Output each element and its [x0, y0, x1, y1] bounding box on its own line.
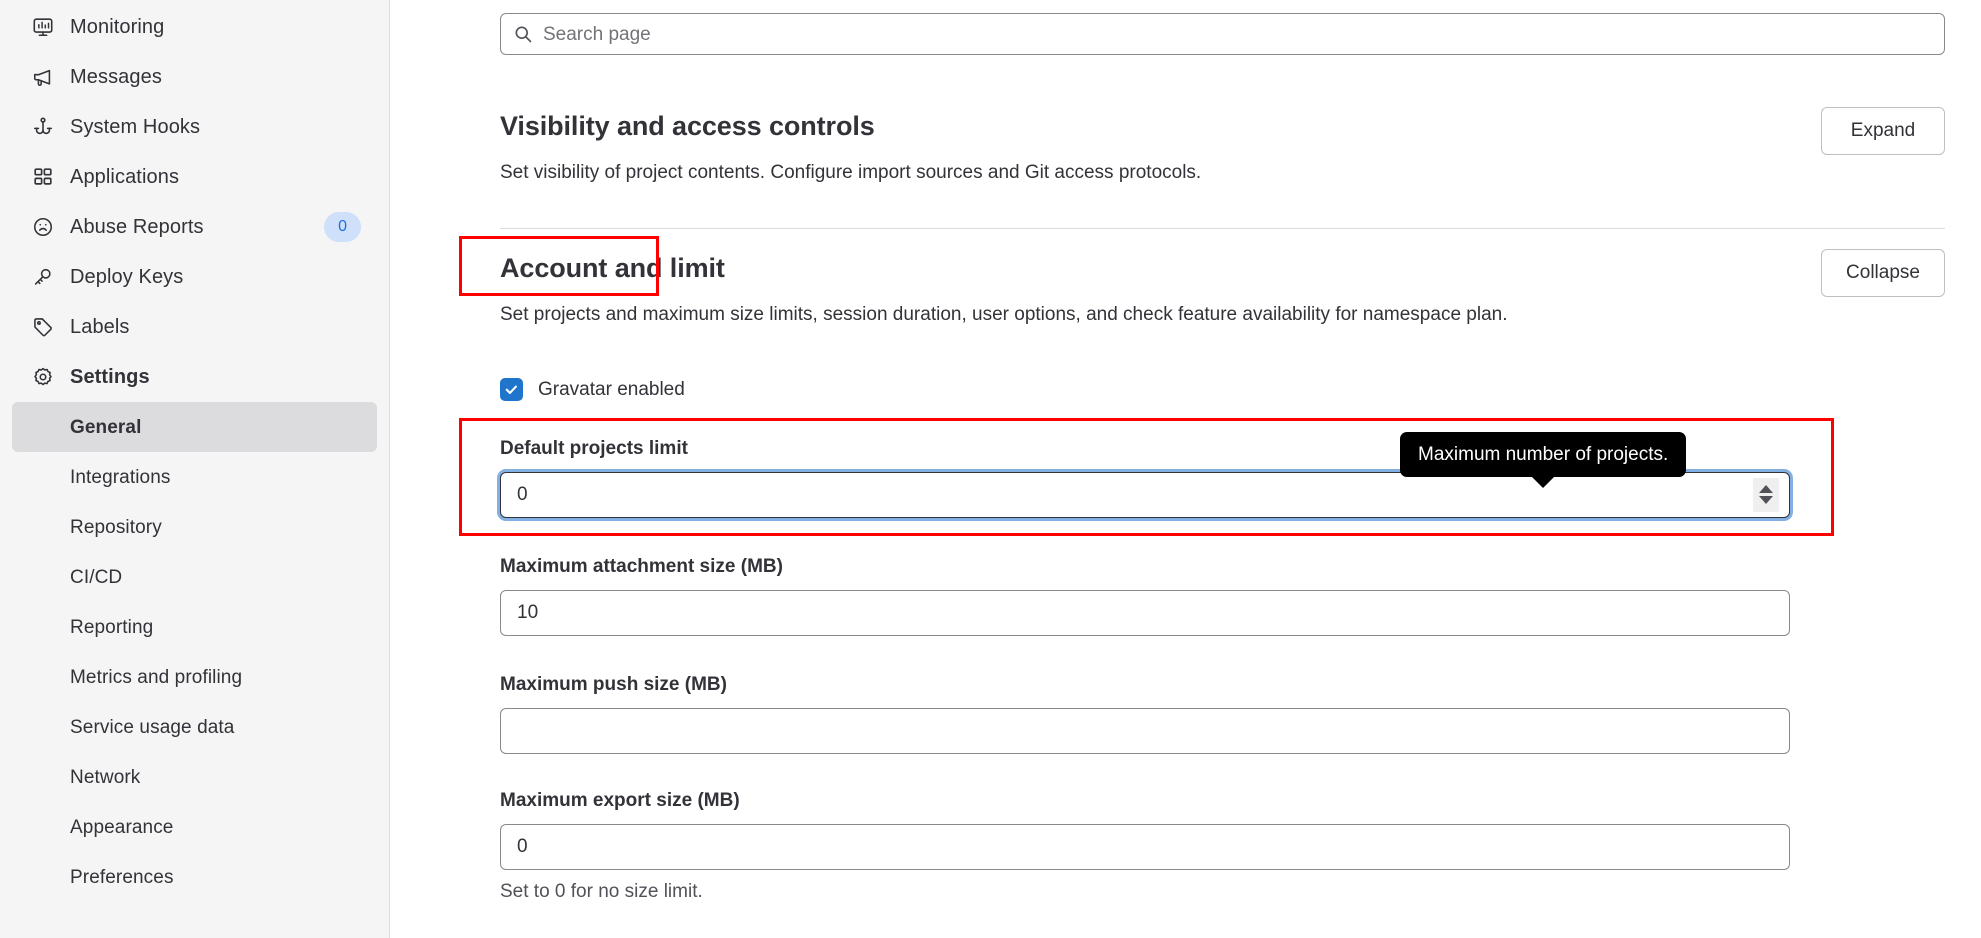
collapse-button[interactable]: Collapse — [1821, 249, 1945, 297]
hook-icon — [32, 116, 54, 138]
search-input[interactable]: Search page — [500, 13, 1945, 55]
sidebar-item-general[interactable]: General — [12, 402, 377, 452]
gravatar-enabled-row: Gravatar enabled — [500, 378, 685, 401]
sidebar-subitem-label: Reporting — [70, 618, 153, 637]
sidebar-subitem-label: Integrations — [70, 468, 171, 487]
sidebar-subitem-label: Network — [70, 768, 140, 787]
input-value: 0 — [517, 837, 528, 856]
section-title: Account and limit — [500, 252, 1945, 284]
sad-face-icon — [32, 216, 54, 238]
search-placeholder: Search page — [543, 25, 651, 44]
section-divider — [500, 228, 1945, 229]
label-tag-icon — [32, 316, 54, 338]
sidebar-item-applications[interactable]: Applications — [12, 152, 377, 202]
sidebar-item-deploy-keys[interactable]: Deploy Keys — [12, 252, 377, 302]
sidebar-item-appearance[interactable]: Appearance — [12, 802, 377, 852]
settings-main-content: Search page Visibility and access contro… — [390, 0, 1981, 938]
gravatar-enabled-label: Gravatar enabled — [538, 380, 685, 399]
maximum-export-size-input[interactable]: 0 — [500, 824, 1790, 870]
section-visibility-and-access-controls: Visibility and access controls Expand Se… — [500, 110, 1945, 187]
sidebar-subitem-label: General — [70, 418, 141, 437]
section-account-and-limit: Account and limit Collapse Set projects … — [500, 252, 1945, 329]
tooltip-text: Maximum number of projects. — [1418, 444, 1668, 465]
field-maximum-attachment-size: Maximum attachment size (MB) 10 — [500, 556, 1790, 636]
input-value: 10 — [517, 603, 538, 622]
sidebar-item-labels[interactable]: Labels — [12, 302, 377, 352]
field-label: Maximum push size (MB) — [500, 674, 1790, 697]
stepper-down-icon[interactable] — [1759, 496, 1773, 504]
megaphone-icon — [32, 66, 54, 88]
gear-icon — [32, 366, 54, 388]
maximum-push-size-input[interactable] — [500, 708, 1790, 754]
sidebar-item-system-hooks[interactable]: System Hooks — [12, 102, 377, 152]
gravatar-enabled-checkbox[interactable] — [500, 378, 523, 401]
sidebar-item-label: Messages — [70, 67, 162, 87]
input-value: 0 — [517, 485, 528, 504]
sidebar-subitem-label: Appearance — [70, 818, 173, 837]
search-icon — [513, 24, 533, 44]
field-maximum-export-size: Maximum export size (MB) 0 Set to 0 for … — [500, 790, 1790, 904]
sidebar-subitem-label: Preferences — [70, 868, 174, 887]
section-title: Visibility and access controls — [500, 110, 1945, 142]
admin-sidebar: Monitoring Messages System Hooks — [0, 0, 390, 938]
sidebar-item-label: Monitoring — [70, 17, 164, 37]
sidebar-item-abuse-reports[interactable]: Abuse Reports 0 — [12, 202, 377, 252]
abuse-reports-count-badge: 0 — [324, 212, 361, 242]
sidebar-item-label: Abuse Reports — [70, 217, 204, 237]
expand-button[interactable]: Expand — [1821, 107, 1945, 155]
sidebar-item-reporting[interactable]: Reporting — [12, 602, 377, 652]
sidebar-item-integrations[interactable]: Integrations — [12, 452, 377, 502]
applications-grid-icon — [32, 166, 54, 188]
sidebar-item-ci-cd[interactable]: CI/CD — [12, 552, 377, 602]
default-projects-limit-input[interactable]: 0 — [500, 472, 1790, 518]
sidebar-subitem-label: Repository — [70, 518, 162, 537]
field-maximum-push-size: Maximum push size (MB) — [500, 674, 1790, 754]
section-description: Set visibility of project contents. Conf… — [500, 160, 1945, 187]
sidebar-item-settings[interactable]: Settings — [12, 352, 377, 402]
sidebar-item-label: Labels — [70, 317, 130, 337]
gitlab-admin-settings-page: Monitoring Messages System Hooks — [0, 0, 1981, 938]
default-projects-limit-tooltip: Maximum number of projects. — [1400, 432, 1686, 477]
monitor-icon — [32, 16, 54, 38]
sidebar-subitem-label: CI/CD — [70, 568, 122, 587]
sidebar-item-messages[interactable]: Messages — [12, 52, 377, 102]
sidebar-item-label: Settings — [70, 367, 150, 387]
sidebar-item-label: Deploy Keys — [70, 267, 183, 287]
sidebar-item-label: System Hooks — [70, 117, 200, 137]
section-description: Set projects and maximum size limits, se… — [500, 302, 1945, 329]
sidebar-subitem-label: Metrics and profiling — [70, 668, 242, 687]
stepper-up-icon[interactable] — [1759, 485, 1773, 493]
key-icon — [32, 266, 54, 288]
sidebar-item-repository[interactable]: Repository — [12, 502, 377, 552]
sidebar-item-metrics-and-profiling[interactable]: Metrics and profiling — [12, 652, 377, 702]
search-page-field-wrapper: Search page — [500, 13, 1945, 55]
sidebar-item-label: Applications — [70, 167, 179, 187]
field-help-text: Set to 0 for no size limit. — [500, 881, 1790, 904]
number-input-wrapper: 0 — [500, 472, 1790, 518]
sidebar-item-preferences[interactable]: Preferences — [12, 852, 377, 902]
maximum-attachment-size-input[interactable]: 10 — [500, 590, 1790, 636]
sidebar-item-service-usage-data[interactable]: Service usage data — [12, 702, 377, 752]
field-label: Maximum attachment size (MB) — [500, 556, 1790, 579]
sidebar-item-network[interactable]: Network — [12, 752, 377, 802]
number-stepper[interactable] — [1753, 478, 1779, 512]
field-label: Maximum export size (MB) — [500, 790, 1790, 813]
sidebar-item-monitoring[interactable]: Monitoring — [12, 2, 377, 52]
sidebar-subitem-label: Service usage data — [70, 718, 234, 737]
